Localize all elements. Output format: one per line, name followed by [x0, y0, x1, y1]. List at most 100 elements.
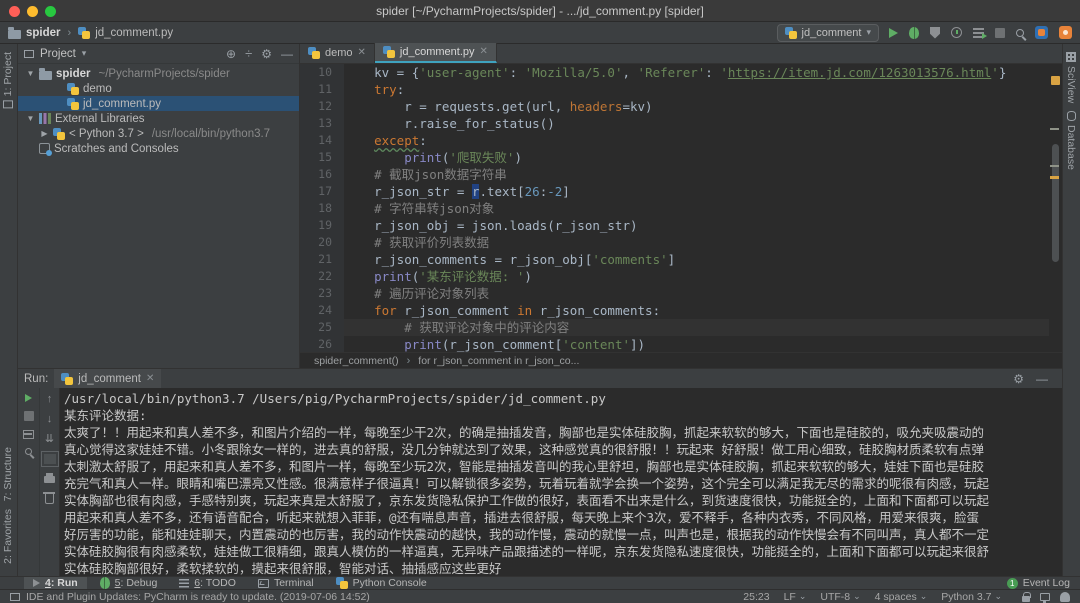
tree-item-external-libraries[interactable]: ▼External Libraries — [18, 111, 299, 126]
scrollbar-marker[interactable] — [1050, 128, 1059, 130]
editor-scrollbar[interactable] — [1049, 64, 1062, 352]
sidebar-item-database[interactable]: Database — [1065, 111, 1077, 170]
rerun-button[interactable] — [25, 394, 32, 402]
tab-jd-comment-py[interactable]: jd_comment.py✕ — [375, 43, 497, 63]
toolwindow-button--debug[interactable]: 5: Debug — [91, 577, 167, 590]
code-line[interactable]: 19 r_json_obj = json.loads(r_json_str) — [300, 217, 1049, 234]
close-icon[interactable]: ✕ — [480, 47, 488, 57]
scrollbar-marker[interactable] — [1050, 165, 1059, 167]
toolwindow-button-python-console[interactable]: Python Console — [327, 577, 436, 590]
search-everywhere-icon[interactable] — [1016, 29, 1024, 37]
python-icon — [785, 27, 797, 39]
hide-panel-icon[interactable]: — — [1036, 373, 1048, 385]
tree-toggle-arrow[interactable]: ▶ — [40, 129, 49, 138]
run-console-output[interactable]: /usr/local/bin/python3.7 /Users/pig/Pych… — [60, 388, 1062, 576]
code-line[interactable]: 12 r = requests.get(url, headers=kv) — [300, 98, 1049, 115]
zoom-window-button[interactable] — [45, 6, 56, 17]
plugin-icon[interactable] — [1035, 26, 1048, 39]
code-line[interactable]: 13 r.raise_for_status() — [300, 115, 1049, 132]
locate-file-icon[interactable]: ⊕ — [226, 48, 236, 60]
chevron-down-icon[interactable]: ▾ — [82, 48, 87, 59]
breadcrumb-project[interactable]: spider — [26, 27, 61, 39]
code-line[interactable]: 20 # 获取评价列表数据 — [300, 234, 1049, 251]
scrollbar-thumb[interactable] — [1052, 144, 1059, 262]
tree-item-spider[interactable]: ▼spider~/PycharmProjects/spider — [18, 66, 299, 81]
code-line[interactable]: 18 # 字符串转json对象 — [300, 200, 1049, 217]
gear-icon[interactable]: ⚙ — [1013, 373, 1024, 385]
status-item-25-23[interactable]: 25:23 — [743, 591, 769, 603]
tree-item-demo[interactable]: demo — [18, 81, 299, 96]
code-line[interactable]: 25 # 获取评论对象中的评论内容 — [300, 319, 1049, 336]
soft-wrap-icon[interactable] — [44, 454, 56, 464]
toolwindow-button--run[interactable]: 4: Run — [24, 577, 87, 590]
toolwindow-button--todo[interactable]: 6: TODO — [170, 577, 245, 590]
lock-icon[interactable] — [1022, 596, 1030, 602]
tree-item--python-3-7-[interactable]: ▶< Python 3.7 >/usr/local/bin/python3.7 — [18, 126, 299, 141]
plugin-icon[interactable] — [1059, 26, 1072, 39]
code-line[interactable]: 24 for r_json_comment in r_json_comments… — [300, 302, 1049, 319]
inspection-warning-marker[interactable] — [1051, 76, 1060, 85]
run-tab[interactable]: jd_comment ✕ — [54, 369, 161, 388]
run-configuration-select[interactable]: jd_comment ▾ — [777, 24, 879, 42]
code-line[interactable]: 22 print('某东评论数据: ') — [300, 268, 1049, 285]
stop-button[interactable] — [24, 411, 34, 421]
clear-console-icon[interactable] — [45, 494, 54, 504]
folder-icon — [39, 71, 52, 80]
tree-toggle-arrow[interactable]: ▼ — [26, 69, 35, 78]
status-item-lf[interactable]: LF⌄ — [784, 591, 807, 603]
code-line[interactable]: 23 # 遍历评论对象列表 — [300, 285, 1049, 302]
pin-tab-icon[interactable] — [25, 448, 32, 455]
code-line[interactable]: 26 print(r_json_comment['content']) — [300, 336, 1049, 352]
collapse-all-icon[interactable]: ÷ — [245, 48, 252, 60]
stop-button[interactable] — [995, 28, 1005, 38]
sidebar-item-sciview[interactable]: SciView — [1065, 52, 1077, 103]
tree-item-scratches-and-consoles[interactable]: Scratches and Consoles — [18, 141, 299, 156]
scroll-to-end-icon[interactable]: ⇊ — [45, 434, 54, 445]
coverage-button[interactable] — [930, 27, 940, 39]
sidebar-item-favorites[interactable]: 2: Favorites — [2, 509, 14, 564]
run-button[interactable] — [889, 28, 898, 38]
breadcrumb-function[interactable]: spider_comment() — [314, 355, 399, 367]
event-log-badge[interactable]: 1 — [1007, 578, 1018, 589]
code-line[interactable]: 15 print('爬取失败') — [300, 149, 1049, 166]
sidebar-item-structure[interactable]: 7: Structure — [2, 447, 14, 501]
restore-layout-icon[interactable] — [23, 430, 34, 439]
toolwindow-button-terminal[interactable]: Terminal — [249, 577, 323, 590]
code-line[interactable]: 14 except: — [300, 132, 1049, 149]
scrollbar-warning-marker[interactable] — [1050, 176, 1059, 179]
code-line[interactable]: 17 r_json_str = r.text[26:-2] — [300, 183, 1049, 200]
status-item-4-spaces[interactable]: 4 spaces⌄ — [875, 591, 928, 603]
close-window-button[interactable] — [9, 6, 20, 17]
down-stack-trace-icon[interactable]: ↓ — [47, 414, 53, 425]
status-message-icon[interactable] — [10, 593, 20, 601]
tree-item-jd-comment-py[interactable]: jd_comment.py — [18, 96, 299, 111]
debug-button[interactable] — [909, 27, 919, 39]
tree-toggle-arrow[interactable]: ▼ — [26, 114, 35, 123]
screencast-icon[interactable] — [1040, 593, 1050, 601]
code-line[interactable]: 11 try: — [300, 81, 1049, 98]
tab-demo[interactable]: demo✕ — [300, 43, 375, 63]
concurrency-diagram-button[interactable] — [973, 28, 984, 38]
profiler-button[interactable] — [951, 27, 962, 38]
gear-icon[interactable]: ⚙ — [261, 48, 272, 60]
hector-inspections-icon[interactable] — [1060, 592, 1070, 602]
status-item-utf-8[interactable]: UTF-8⌄ — [820, 591, 860, 603]
breadcrumb-file[interactable]: jd_comment.py — [95, 27, 173, 39]
code-line[interactable]: 10 kv = {'user-agent': 'Mozilla/5.0', 'R… — [300, 64, 1049, 81]
event-log-label[interactable]: Event Log — [1023, 577, 1070, 589]
hide-panel-icon[interactable]: — — [281, 48, 293, 60]
code-line[interactable]: 21 r_json_comments = r_json_obj['comment… — [300, 251, 1049, 268]
close-icon[interactable]: ✕ — [146, 374, 154, 384]
breadcrumb-statement[interactable]: for r_json_comment in r_json_co... — [418, 355, 579, 367]
code-editor[interactable]: 10 kv = {'user-agent': 'Mozilla/5.0', 'R… — [300, 64, 1049, 352]
status-message[interactable]: IDE and Plugin Updates: PyCharm is ready… — [26, 591, 370, 603]
status-item-python-3-7[interactable]: Python 3.7⌄ — [941, 591, 1002, 603]
project-view-label[interactable]: Project — [40, 48, 76, 60]
minimize-window-button[interactable] — [27, 6, 38, 17]
sidebar-item-project[interactable]: 1: Project — [2, 52, 14, 108]
code-line[interactable]: 16 # 截取json数据字符串 — [300, 166, 1049, 183]
print-icon[interactable] — [44, 476, 55, 483]
up-stack-trace-icon[interactable]: ↑ — [47, 394, 53, 405]
close-icon[interactable]: ✕ — [358, 48, 366, 58]
code-text: # 字符串转json对象 — [344, 200, 1049, 217]
